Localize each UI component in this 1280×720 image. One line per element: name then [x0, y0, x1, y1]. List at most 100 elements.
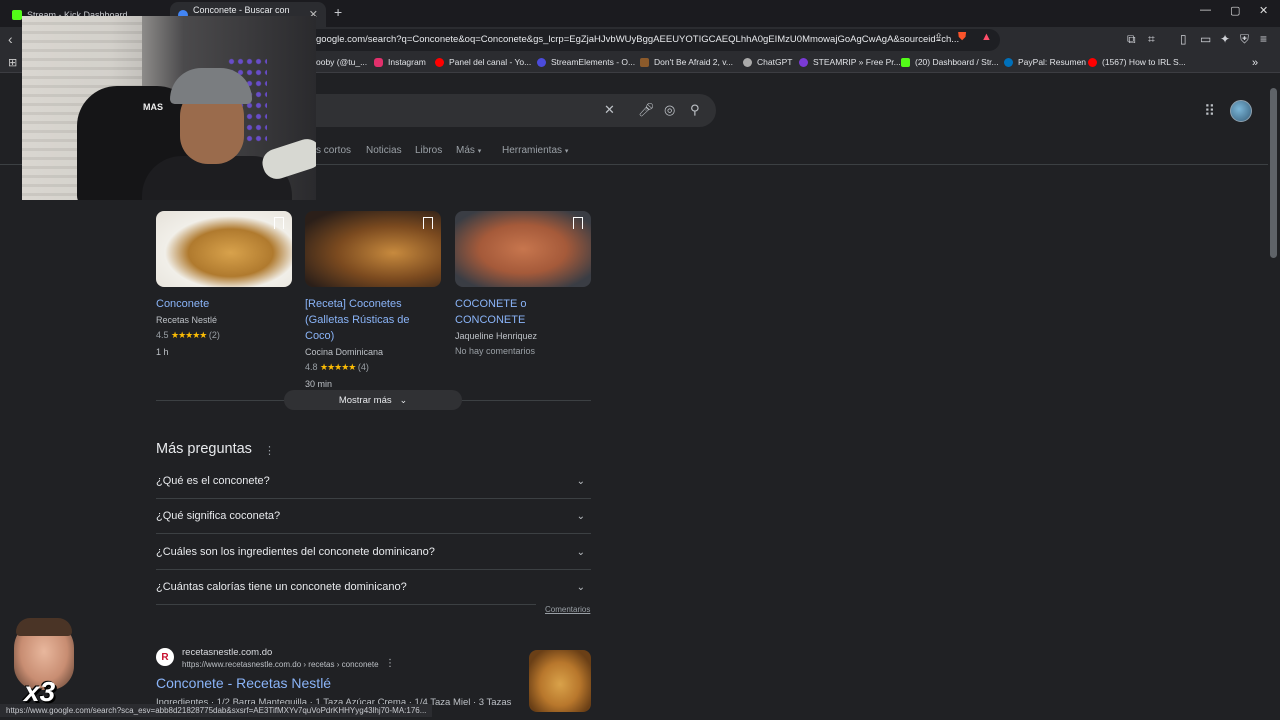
recipe-image[interactable]	[156, 211, 292, 287]
bookmark-youtube-irl[interactable]: (1567) How to IRL S...	[1088, 57, 1186, 67]
tab-short-videos[interactable]: s cortos	[316, 145, 351, 156]
new-tab-icon[interactable]: +	[334, 4, 342, 20]
tab-tools-label: Herramientas	[502, 145, 563, 156]
clear-search-icon[interactable]: ✕	[604, 102, 615, 118]
address-bar[interactable]: google.com/search?q=Conconete&oq=Concone…	[300, 29, 1000, 51]
paa-question[interactable]: ¿Qué significa coconeta? ⌄	[156, 499, 591, 534]
brave-shield-icon[interactable]: ⛊	[958, 31, 966, 44]
recipe-card[interactable]: Conconete Recetas Nestlé 4.5 ★★★★★ (2) 1…	[156, 211, 292, 357]
bookmark-youtube-panel[interactable]: Panel del canal - Yo...	[435, 57, 531, 67]
feedback-link[interactable]: Comentarios	[545, 605, 590, 614]
search-icon[interactable]: ⚲	[690, 102, 700, 118]
chevron-down-icon: ⌄	[576, 510, 585, 522]
sidebar-icon[interactable]: ▯	[1180, 32, 1187, 46]
question-text: ¿Qué es el conconete?	[156, 475, 270, 487]
recipe-no-reviews: No hay comentarios	[455, 346, 536, 356]
dropdown-arrow-icon: ▾	[477, 148, 482, 155]
bookmark-dashboard[interactable]: (20) Dashboard / Str...	[901, 57, 999, 67]
question-text: ¿Cuántas calorías tiene un conconete dom…	[156, 581, 407, 593]
recipe-rating: 4.8 ★★★★★ (4)	[305, 362, 441, 373]
lens-search-icon[interactable]: ◎	[664, 102, 675, 118]
bookmark-label: ooby (@tu_...	[316, 57, 368, 67]
recipe-card[interactable]: COCONETE o CONCONETE Jaqueline Henriquez…	[455, 211, 591, 356]
menu-icon[interactable]: ≡	[1260, 32, 1267, 46]
tab-more[interactable]: Más ▾	[456, 145, 481, 156]
wallet-icon[interactable]: ▭	[1200, 32, 1211, 46]
rating-count: (4)	[357, 362, 369, 372]
bookmark-twitter[interactable]: ooby (@tu_...	[316, 57, 367, 67]
recipe-image[interactable]	[305, 211, 441, 287]
back-arrow-icon[interactable]: ‹	[8, 31, 13, 47]
bookmark-label: (20) Dashboard / Str...	[915, 57, 999, 67]
star-rating-icon: ★★★★★	[320, 362, 356, 372]
result-site-name[interactable]: recetasnestle.com.do	[182, 647, 272, 658]
save-bookmark-icon[interactable]	[274, 217, 284, 229]
paa-question[interactable]: ¿Qué es el conconete? ⌄	[156, 464, 591, 499]
recipe-title[interactable]: Conconete	[156, 296, 292, 312]
youtube-icon	[1088, 57, 1097, 67]
bookmark-chatgpt[interactable]: ChatGPT	[743, 57, 792, 67]
kick-favicon-icon	[12, 9, 22, 20]
microphone-icon	[258, 135, 316, 183]
bookmark-dont-be-afraid[interactable]: Don't Be Afraid 2, v...	[640, 57, 733, 67]
tab-news[interactable]: Noticias	[366, 145, 402, 156]
tab-books[interactable]: Libros	[415, 145, 442, 156]
more-bookmarks-icon[interactable]: »	[1252, 57, 1258, 69]
recipe-rating: 4.5 ★★★★★ (2)	[156, 330, 292, 341]
google-apps-icon[interactable]: ⠿	[1204, 102, 1215, 120]
search-box[interactable]: ✕ 🎤︎ ◎ ⚲	[300, 94, 716, 127]
address-bar-url[interactable]: google.com/search?q=Conconete&oq=Concone…	[316, 34, 959, 45]
avatar[interactable]	[1230, 100, 1252, 122]
rating-value: 4.5	[156, 330, 169, 340]
bookmark-label: Don't Be Afraid 2, v...	[654, 57, 733, 67]
leo-ai-icon[interactable]: ✦	[1220, 32, 1230, 46]
show-more-button[interactable]: Mostrar más ⌄	[284, 390, 462, 410]
result-thumbnail[interactable]	[529, 650, 591, 712]
paa-question[interactable]: ¿Cuántas calorías tiene un conconete dom…	[156, 570, 585, 605]
webcam-overlay: MAS	[22, 16, 316, 200]
bookmark-paypal[interactable]: PayPal: Resumen	[1004, 57, 1086, 67]
screenshot-icon[interactable]: ⌗	[1148, 32, 1155, 47]
streamelements-icon	[537, 57, 546, 67]
recipe-title[interactable]: [Receta] Coconetes (Galletas Rústicas de…	[305, 296, 441, 344]
save-bookmark-icon[interactable]	[573, 217, 583, 229]
steamrip-icon	[799, 57, 808, 67]
apps-grid-icon[interactable]: ⊞	[8, 56, 17, 69]
bookmark-instagram[interactable]: Instagram	[374, 57, 426, 67]
chair-text: MAS	[143, 102, 163, 112]
emote-hair	[16, 618, 72, 636]
recipe-source: Recetas Nestlé	[156, 315, 218, 325]
site-favicon-icon: R	[156, 648, 174, 666]
more-options-icon[interactable]: ⋮	[264, 444, 275, 457]
share-icon[interactable]: ⇪	[934, 31, 943, 44]
bookmark-label: Panel del canal - Yo...	[449, 57, 532, 67]
scrollbar-thumb[interactable]	[1270, 88, 1277, 258]
close-window-icon[interactable]: ✕	[1259, 4, 1268, 17]
bookmark-streamelements[interactable]: StreamElements - O...	[537, 57, 635, 67]
recipe-title[interactable]: COCONETE o CONCONETE	[455, 296, 591, 328]
chevron-down-icon: ⌄	[576, 546, 585, 558]
bookmark-steamrip[interactable]: STEAMRIP » Free Pr...	[799, 57, 901, 67]
vpn-icon[interactable]: ⛨	[1240, 32, 1249, 47]
bookmark-thumbnail-icon	[640, 57, 649, 67]
recipe-image[interactable]	[455, 211, 591, 287]
result-options-icon[interactable]: ⋮	[385, 658, 395, 669]
bookmark-label: STEAMRIP » Free Pr...	[813, 57, 901, 67]
voice-search-icon[interactable]: 🎤︎	[638, 102, 655, 118]
recipe-card[interactable]: [Receta] Coconetes (Galletas Rústicas de…	[305, 211, 441, 389]
maximize-icon[interactable]: ▢	[1230, 4, 1240, 17]
extensions-icon[interactable]: ⧉	[1127, 32, 1136, 47]
laughing-emote-overlay: x3	[6, 618, 76, 710]
chatgpt-icon	[743, 57, 752, 67]
rating-value: 4.8	[305, 362, 318, 372]
paa-question[interactable]: ¿Cuáles son los ingredientes del concone…	[156, 535, 591, 570]
save-bookmark-icon[interactable]	[423, 217, 433, 229]
result-url[interactable]: https://www.recetasnestle.com.do › recet…	[182, 660, 379, 669]
brave-rewards-icon[interactable]: ▲	[981, 31, 992, 43]
dropdown-arrow-icon: ▾	[564, 148, 569, 155]
result-title-link[interactable]: Conconete - Recetas Nestlé	[156, 675, 331, 691]
minimize-icon[interactable]: —	[1200, 4, 1211, 16]
question-text: ¿Cuáles son los ingredientes del concone…	[156, 546, 435, 558]
recipe-source: Jaqueline Henriquez	[455, 331, 538, 341]
tab-tools[interactable]: Herramientas ▾	[502, 145, 568, 156]
